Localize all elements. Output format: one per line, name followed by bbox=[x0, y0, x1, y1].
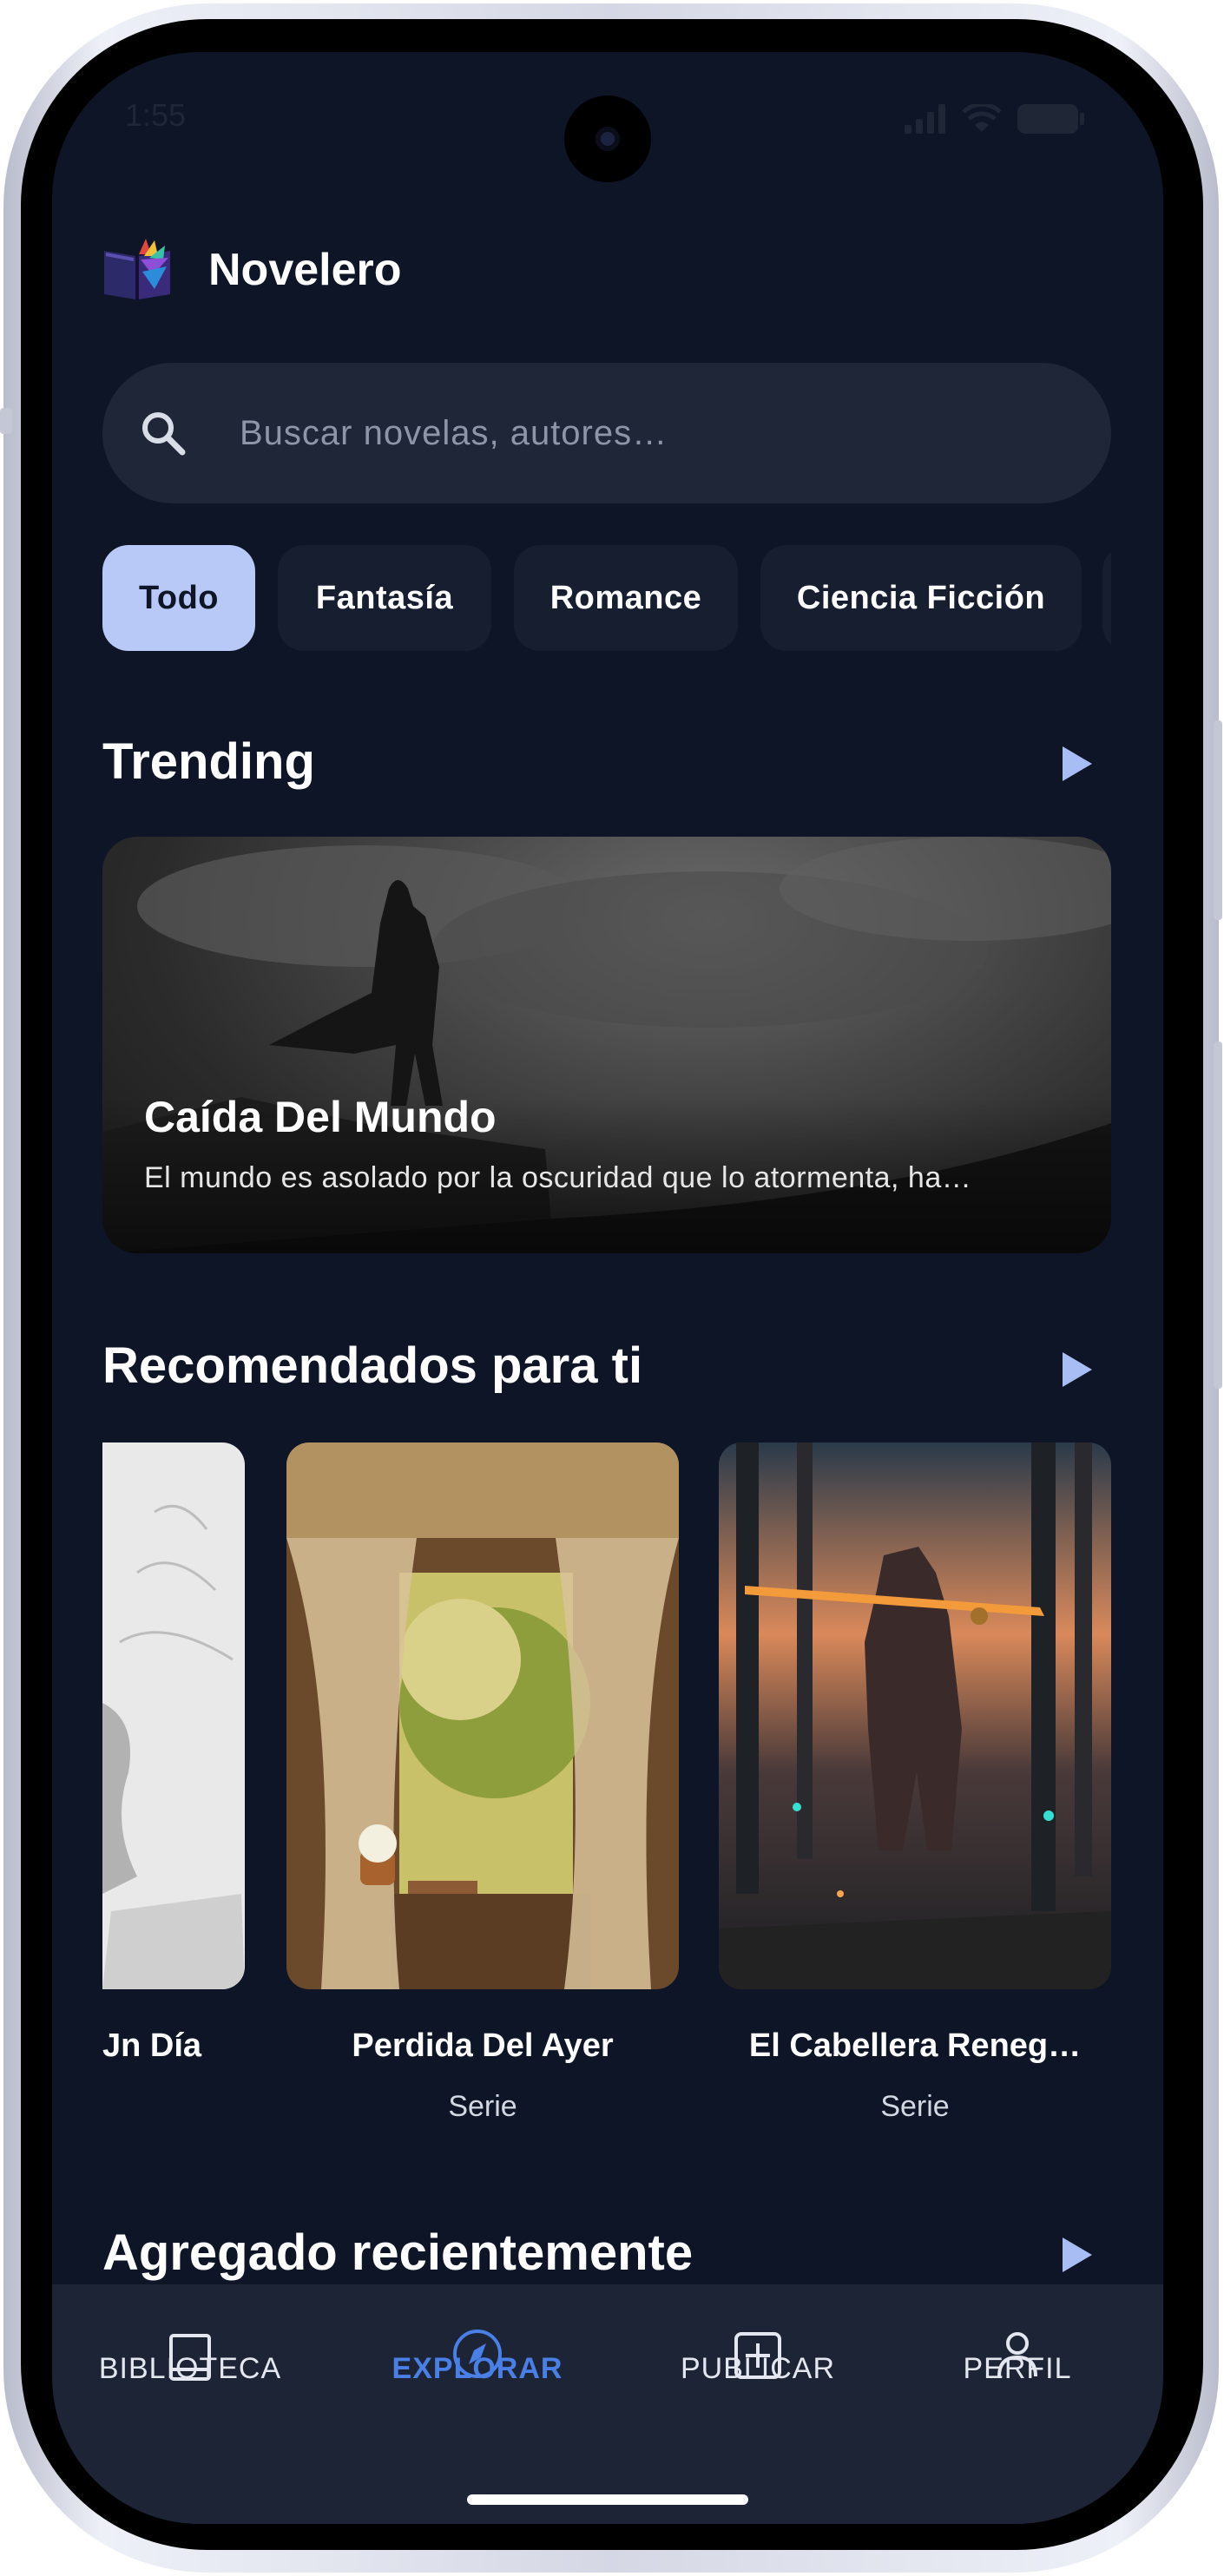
search-bar[interactable] bbox=[102, 363, 1111, 503]
power-button bbox=[1214, 1042, 1222, 1389]
window-cover-art bbox=[286, 1442, 679, 1989]
search-icon bbox=[142, 412, 186, 456]
recommended-title: Jn Día bbox=[102, 2027, 202, 2064]
app-screen: 1:55 Novelero Buscar novelas, autores… T… bbox=[52, 52, 1163, 2524]
chip-fantasia[interactable]: Fantasía bbox=[278, 545, 491, 651]
section-title-recommended: Recomendados para ti bbox=[102, 1337, 643, 1394]
signal-icon bbox=[905, 104, 945, 134]
volume-up-button bbox=[1214, 720, 1222, 920]
recommended-card[interactable] bbox=[286, 1442, 679, 1989]
section-title-trending: Trending bbox=[102, 733, 315, 790]
status-time: 1:55 bbox=[125, 97, 187, 133]
front-camera bbox=[564, 95, 651, 182]
person-icon bbox=[997, 2332, 1037, 2377]
nav-item-publicar[interactable]: PUBLICAR bbox=[660, 2332, 856, 2386]
trending-description: El mundo es asolado por la oscuridad que… bbox=[144, 1161, 972, 1194]
sketch-cover-art bbox=[102, 1442, 245, 1989]
category-chips: Todo Fantasía Romance Ciencia Ficción bbox=[102, 545, 1111, 651]
recommended-card[interactable] bbox=[102, 1442, 245, 1989]
nav-item-biblioteca[interactable]: BIBLIOTECA bbox=[97, 2334, 283, 2386]
add-box-icon bbox=[734, 2332, 781, 2379]
home-indicator[interactable] bbox=[467, 2494, 748, 2505]
book-logo-icon bbox=[104, 239, 170, 299]
recommended-title: El Cabellera Reneg… bbox=[748, 2027, 1082, 2064]
compass-icon bbox=[453, 2330, 502, 2378]
nav-item-explorar[interactable]: EXPLORAR bbox=[382, 2330, 573, 2386]
wifi-icon bbox=[962, 104, 1002, 132]
recommended-title: Perdida Del Ayer bbox=[352, 2027, 614, 2064]
recommended-subtitle: Serie bbox=[448, 2090, 517, 2123]
knight-cover-art bbox=[719, 1442, 1111, 1989]
section-title-recent: Agregado recientemente bbox=[102, 2224, 694, 2281]
book-icon bbox=[169, 2334, 211, 2381]
play-arrow-icon[interactable] bbox=[1061, 1350, 1094, 1389]
chip-more[interactable] bbox=[1102, 545, 1111, 651]
status-icons bbox=[905, 102, 1085, 135]
play-arrow-icon[interactable] bbox=[1061, 2236, 1094, 2274]
recommended-subtitle: Serie bbox=[880, 2090, 950, 2123]
play-arrow-icon[interactable] bbox=[1061, 745, 1094, 783]
app-title: Novelero bbox=[208, 245, 402, 295]
chip-todo[interactable]: Todo bbox=[102, 545, 255, 651]
chip-ciencia-ficcion[interactable]: Ciencia Ficción bbox=[760, 545, 1082, 651]
side-notch bbox=[0, 408, 12, 434]
battery-icon bbox=[1017, 104, 1084, 134]
bottom-navigation bbox=[52, 2284, 1163, 2524]
trending-card[interactable]: Caída Del Mundo El mundo es asolado por … bbox=[102, 837, 1111, 1253]
nav-item-perfil[interactable]: PERFIL bbox=[962, 2332, 1073, 2386]
chip-romance[interactable]: Romance bbox=[514, 545, 738, 651]
trending-title: Caída Del Mundo bbox=[144, 1093, 497, 1141]
recommended-card[interactable] bbox=[719, 1442, 1111, 1989]
app-header: Novelero bbox=[101, 237, 402, 303]
search-input[interactable] bbox=[240, 363, 1073, 503]
